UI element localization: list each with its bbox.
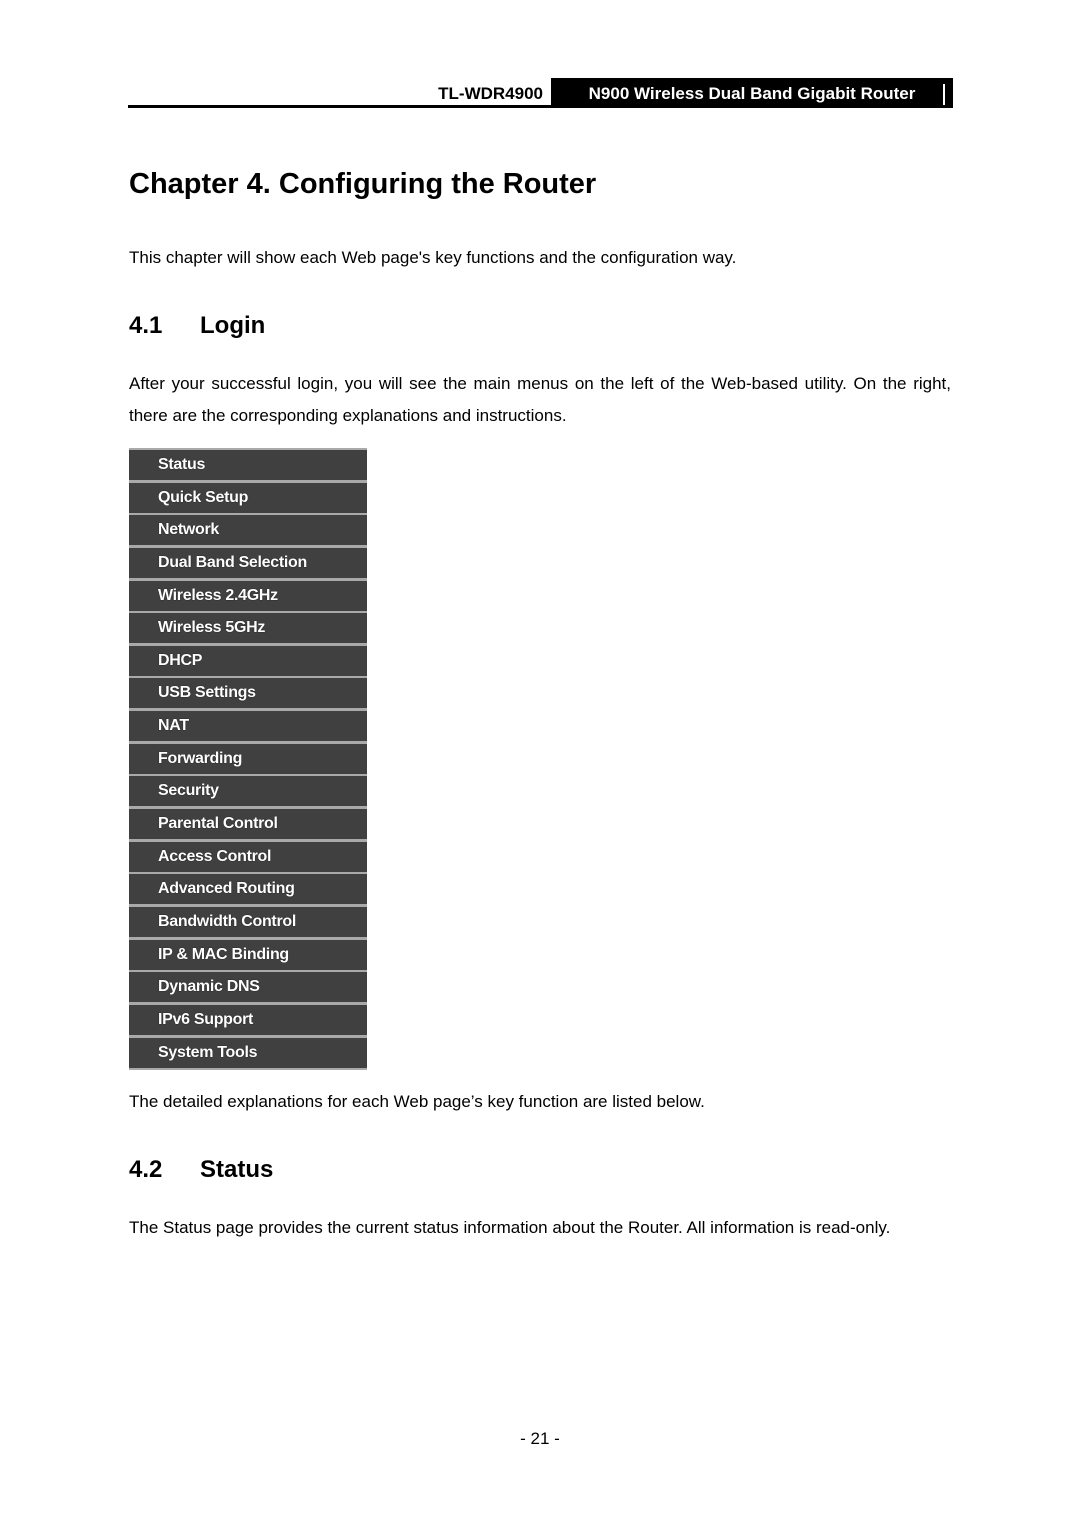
menu-item-access-control: Access Control xyxy=(129,841,367,872)
menu-item-nat: NAT xyxy=(129,711,367,742)
menu-item-dual-band-selection: Dual Band Selection xyxy=(129,547,367,578)
menu-item-wireless-5ghz: Wireless 5GHz xyxy=(129,613,367,644)
section-heading-status: 4.2 Status xyxy=(129,1156,273,1184)
menu-item-ipv6-support: IPv6 Support xyxy=(129,1004,367,1035)
menu-item-system-tools: System Tools xyxy=(129,1037,367,1068)
model-name: TL-WDR4900 xyxy=(438,84,543,103)
menu-item-quick-setup: Quick Setup xyxy=(129,482,367,513)
menu-item-dhcp: DHCP xyxy=(129,645,367,676)
chapter-title: Chapter 4. Configuring the Router xyxy=(129,168,597,200)
main-menu-screenshot: Status Quick Setup Network Dual Band Select… xyxy=(129,448,367,1071)
section-number: 4.2 xyxy=(129,1156,163,1183)
menu-item-bandwidth-control: Bandwidth Control xyxy=(129,906,367,937)
menu-item-wireless-2-4ghz: Wireless 2.4GHz xyxy=(129,580,367,611)
section-number: 4.1 xyxy=(129,312,163,339)
section-heading-login: 4.1 Login xyxy=(129,312,265,340)
status-paragraph: The Status page provides the current sta… xyxy=(129,1218,891,1237)
menu-item-ip-mac-binding: IP & MAC Binding xyxy=(129,939,367,970)
running-header: TL-WDR4900 N900 Wireless Dual Band Gigab… xyxy=(128,78,953,108)
menu-item-usb-settings: USB Settings xyxy=(129,678,367,709)
menu-item-forwarding: Forwarding xyxy=(129,743,367,774)
login-paragraph: After your successful login, you will se… xyxy=(129,374,951,425)
chapter-intro: This chapter will show each Web page's k… xyxy=(129,248,737,267)
page-number: - 21 - xyxy=(520,1429,560,1448)
menu-item-security: Security xyxy=(129,776,367,807)
menu-item-dynamic-dns: Dynamic DNS xyxy=(129,972,367,1003)
menu-item-advanced-routing: Advanced Routing xyxy=(129,874,367,905)
section-title: Login xyxy=(200,312,266,339)
section-title: Status xyxy=(200,1156,274,1183)
menu-item-parental-control: Parental Control xyxy=(129,809,367,840)
menu-item-status: Status xyxy=(129,450,367,480)
explanations-paragraph: The detailed explanations for each Web p… xyxy=(129,1092,705,1111)
product-name: N900 Wireless Dual Band Gigabit Router xyxy=(551,78,953,105)
menu-item-network: Network xyxy=(129,515,367,546)
